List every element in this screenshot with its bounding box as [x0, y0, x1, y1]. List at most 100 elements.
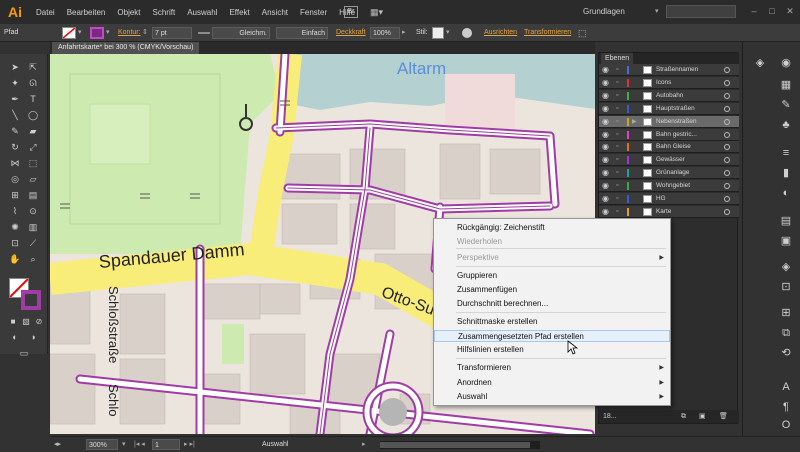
align-panel-link[interactable]: Ausrichten: [484, 27, 517, 39]
shape-builder-tool-icon[interactable]: ◎: [9, 174, 21, 185]
draw-mode-icon[interactable]: ◐: [9, 332, 21, 343]
graphic-style-swatch[interactable]: [432, 27, 444, 39]
visibility-eye-icon[interactable]: ◉: [602, 154, 609, 166]
context-menu-item[interactable]: Auswahl ▶: [434, 391, 670, 403]
gradient-tool-icon[interactable]: ▤: [27, 190, 39, 201]
stroke-swatch[interactable]: [90, 27, 104, 39]
new-layer-icon[interactable]: ▣: [699, 410, 706, 423]
zoom-select[interactable]: 300%: [86, 439, 118, 450]
artboard-number-field[interactable]: 1: [152, 439, 180, 450]
lock-toggle-icon[interactable]: ▫: [616, 103, 618, 115]
layer-target-icon[interactable]: [724, 208, 730, 215]
layer-target-icon[interactable]: [724, 131, 730, 138]
variable-width-profile-select[interactable]: Gleichm.: [212, 27, 270, 39]
layer-target-icon[interactable]: [724, 170, 730, 177]
layer-target-icon[interactable]: [724, 105, 730, 112]
layer-row[interactable]: ◉ ▫ HG: [599, 193, 739, 205]
paragraph-dock-icon[interactable]: ¶: [779, 400, 793, 414]
layers-tab[interactable]: Ebenen: [601, 53, 634, 64]
isolate-object-icon[interactable]: ⬚: [578, 27, 587, 39]
layer-row[interactable]: ◉ ▫ Grünanlage: [599, 167, 739, 180]
gradient-dock-icon[interactable]: ▮: [779, 166, 793, 180]
workspace-chevron-icon[interactable]: ▾: [655, 7, 659, 15]
visibility-eye-icon[interactable]: ◉: [602, 129, 609, 141]
layer-row[interactable]: ◉ ▫ Gewässer: [599, 154, 739, 167]
visibility-eye-icon[interactable]: ◉: [602, 64, 609, 76]
layer-row[interactable]: ◉ ▫ Hauptstraßen: [599, 102, 739, 115]
symbol-sprayer-tool-icon[interactable]: ✺: [9, 222, 21, 233]
eyedropper-tool-icon[interactable]: ⌇: [9, 206, 21, 217]
stroke-panel-link[interactable]: Kontur:: [118, 27, 141, 39]
context-menu-item[interactable]: Hilfslinien erstellen: [434, 344, 670, 356]
lock-toggle-icon[interactable]: ▫: [616, 141, 618, 153]
horizontal-scrollbar[interactable]: [380, 441, 540, 449]
artboard-tool-icon[interactable]: ⊡: [9, 238, 21, 249]
layers-dock-icon[interactable]: ◈: [753, 56, 767, 70]
layer-row[interactable]: ◉ ▫ Icons: [599, 76, 739, 89]
lock-toggle-icon[interactable]: ▫: [616, 167, 618, 179]
bridge-button[interactable]: Br: [344, 6, 358, 18]
context-menu-item[interactable]: Gruppieren: [434, 270, 670, 282]
opacity-field[interactable]: 100%: [370, 27, 400, 39]
fill-dropdown-icon[interactable]: ▾: [78, 27, 82, 39]
context-menu-item[interactable]: Anordnen ▶: [434, 377, 670, 389]
visibility-eye-icon[interactable]: ◉: [602, 141, 609, 153]
layer-target-icon[interactable]: [724, 92, 730, 99]
menu-effekt[interactable]: Effekt: [223, 8, 255, 17]
recolor-artwork-icon[interactable]: [462, 28, 472, 38]
rotate-tool-icon[interactable]: ↻: [9, 142, 21, 153]
layer-target-icon[interactable]: [724, 79, 730, 86]
visibility-eye-icon[interactable]: ◉: [602, 77, 609, 89]
next-artboard-icon[interactable]: ▸ ▸|: [184, 439, 195, 450]
stroke-color-swatch[interactable]: [21, 290, 41, 310]
graphic-styles-dock-icon[interactable]: ▣: [779, 234, 793, 248]
context-menu-item[interactable]: Rückgängig: Zeichenstift: [434, 222, 670, 234]
lock-toggle-icon[interactable]: ▫: [616, 129, 618, 141]
menu-datei[interactable]: Datei: [30, 8, 61, 17]
layer-row[interactable]: ◉ ▫ ▶ Nebenstraßen: [599, 115, 739, 128]
status-menu-icon[interactable]: ▸: [362, 439, 366, 450]
layers-panel-dock-icon[interactable]: ◈: [779, 260, 793, 274]
selection-tool-icon[interactable]: ➤: [9, 62, 21, 73]
expand-arrow-icon[interactable]: ▶: [632, 116, 637, 128]
brush-definition-select[interactable]: Einfach: [276, 27, 328, 39]
transform-panel-link[interactable]: Transformieren: [524, 27, 571, 39]
layer-row[interactable]: ◉ ▫ Karte: [599, 205, 739, 218]
transform-dock-icon[interactable]: ⟲: [779, 346, 793, 360]
new-sublayer-icon[interactable]: ⧉: [681, 410, 686, 423]
zoom-dropdown-icon[interactable]: ▾: [122, 439, 126, 450]
layer-target-icon[interactable]: [724, 157, 730, 164]
mesh-tool-icon[interactable]: ⊞: [9, 190, 21, 201]
layer-row[interactable]: ◉ ▫ Autobahn: [599, 89, 739, 102]
menu-fenster[interactable]: Fenster: [294, 8, 333, 17]
stroke-stepper-icon[interactable]: ⇕: [142, 27, 148, 39]
menu-ansicht[interactable]: Ansicht: [256, 8, 294, 17]
visibility-eye-icon[interactable]: ◉: [602, 206, 609, 218]
stroke-dropdown-icon[interactable]: ▾: [106, 27, 110, 39]
stroke-weight-field[interactable]: 7 pt: [152, 27, 192, 39]
visibility-eye-icon[interactable]: ◉: [602, 103, 609, 115]
magic-wand-tool-icon[interactable]: ✦: [9, 78, 21, 89]
lock-toggle-icon[interactable]: ▫: [616, 193, 618, 205]
brushes-dock-icon[interactable]: ✎: [779, 98, 793, 112]
layer-row[interactable]: ◉ ▫ Bahn Gleise: [599, 141, 739, 154]
zoom-nav-icon[interactable]: ◂▸: [54, 439, 61, 450]
opentype-dock-icon[interactable]: O: [779, 418, 793, 432]
scale-tool-icon[interactable]: ⤢: [27, 142, 39, 153]
color-dock-icon[interactable]: ◉: [779, 56, 793, 70]
blend-tool-icon[interactable]: ⊙: [27, 206, 39, 217]
align-dock-icon[interactable]: ⊞: [779, 306, 793, 320]
direct-selection-tool-icon[interactable]: ⇱: [27, 62, 39, 73]
free-transform-tool-icon[interactable]: ⬚: [27, 158, 39, 169]
slice-tool-icon[interactable]: ⟋: [27, 238, 39, 249]
none-mode-icon[interactable]: ⊘: [33, 316, 45, 327]
gradient-mode-icon[interactable]: ▧: [20, 316, 32, 327]
visibility-eye-icon[interactable]: ◉: [602, 90, 609, 102]
layer-target-icon[interactable]: [724, 183, 730, 190]
context-menu-item[interactable]: Zusammenfügen: [434, 284, 670, 296]
menu-schrift[interactable]: Schrift: [147, 8, 182, 17]
workspace-switcher[interactable]: Grundlagen: [583, 7, 625, 16]
width-tool-icon[interactable]: ⋈: [9, 158, 21, 169]
minimize-icon[interactable]: –: [748, 6, 760, 17]
search-input[interactable]: [666, 5, 736, 18]
